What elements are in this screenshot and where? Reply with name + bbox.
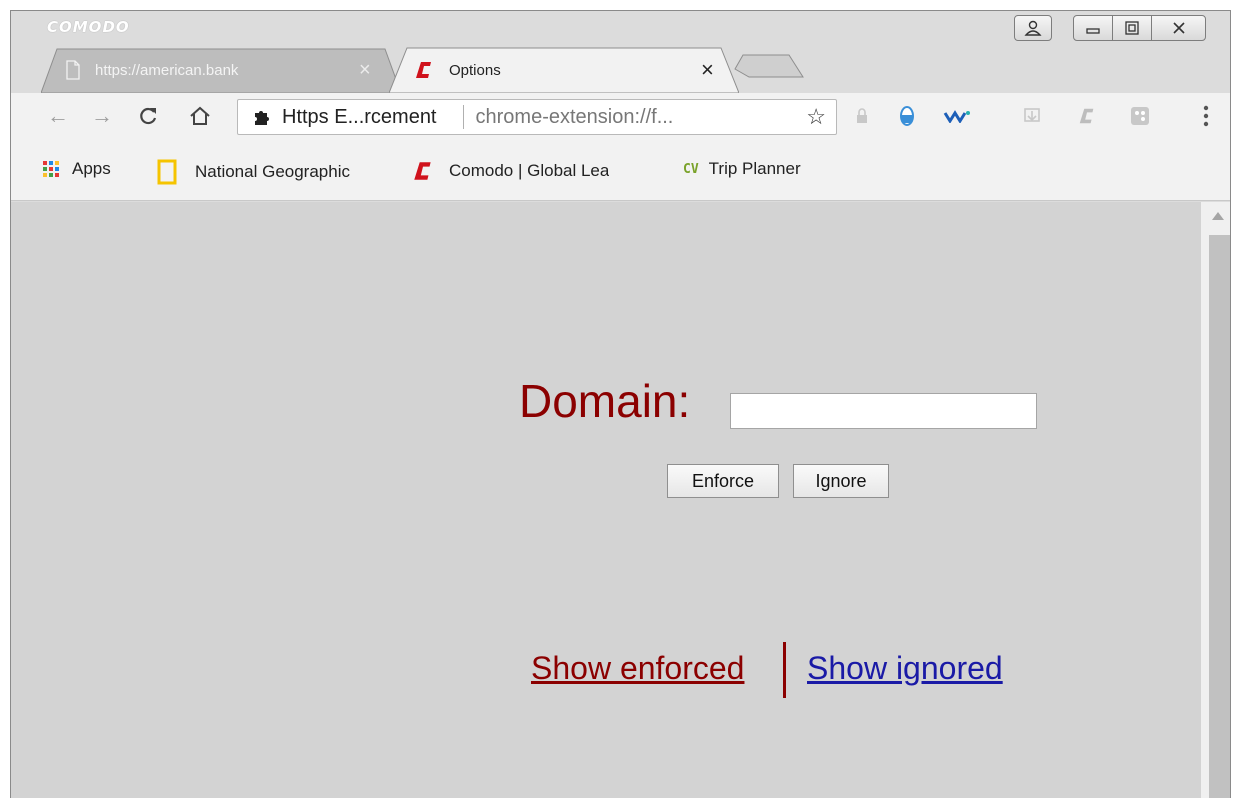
close-icon xyxy=(1172,22,1185,34)
bookmark-national-geographic[interactable]: National Geographic xyxy=(157,159,350,185)
comodo-c-icon xyxy=(414,162,431,180)
star-icon[interactable]: ☆ xyxy=(806,104,826,130)
comodo-c-icon xyxy=(416,62,431,78)
bookmark-label: Comodo | Global Lea xyxy=(449,161,609,180)
browser-window: COMODO https://american.bank × Options ×… xyxy=(10,10,1231,798)
omnibox-separator xyxy=(462,105,464,129)
close-tab-icon[interactable]: × xyxy=(701,57,714,83)
back-arrow-icon[interactable]: ← xyxy=(45,103,71,129)
close-window-button[interactable] xyxy=(1151,15,1206,41)
new-tab-button[interactable] xyxy=(731,47,811,93)
lock-icon[interactable] xyxy=(851,105,873,127)
tab-label: Options xyxy=(449,61,501,79)
close-tab-icon[interactable]: × xyxy=(359,59,371,82)
domain-label: Domain: xyxy=(519,375,691,427)
omnibox-url: chrome-extension://f... xyxy=(475,105,674,128)
home-icon[interactable] xyxy=(187,103,213,129)
apps-grid-icon xyxy=(43,161,59,177)
extension-puzzle-icon xyxy=(255,111,269,125)
person-icon xyxy=(1024,20,1042,36)
ignore-button[interactable]: Ignore xyxy=(793,464,889,498)
tab-label: https://american.bank xyxy=(95,61,239,79)
tab-options[interactable]: Options × xyxy=(389,47,739,93)
show-ignored-link[interactable]: Show ignored xyxy=(807,650,1003,687)
page-icon xyxy=(66,60,80,80)
reload-icon[interactable] xyxy=(135,103,161,129)
page-content: Domain: Enforce Ignore Show enforced Sho… xyxy=(11,202,1201,798)
comodo-c-icon[interactable] xyxy=(1076,105,1098,127)
toolbar: ← → Https E...rcement chrome-extension:/… xyxy=(11,93,1230,139)
profile-button[interactable] xyxy=(1014,15,1052,41)
wave-extension-icon[interactable] xyxy=(941,105,973,127)
tab-american-bank[interactable]: https://american.bank × xyxy=(41,47,401,93)
bookmark-label: National Geographic xyxy=(195,162,350,181)
bookmark-trip-planner[interactable]: CV Trip Planner xyxy=(683,159,801,179)
maximize-icon xyxy=(1125,21,1139,35)
show-enforced-link[interactable]: Show enforced xyxy=(531,650,744,687)
bookmark-apps[interactable]: Apps xyxy=(43,159,111,179)
natgeo-icon xyxy=(157,159,177,185)
download-icon[interactable] xyxy=(1021,105,1043,127)
new-tab-icon xyxy=(734,54,804,78)
menu-kebab-icon[interactable] xyxy=(1195,105,1217,127)
bookmark-comodo[interactable]: Comodo | Global Lea xyxy=(411,159,609,183)
bookmarks-bar: Apps National Geographic Comodo | Global… xyxy=(11,139,1230,201)
bookmark-label: Apps xyxy=(72,159,111,178)
minimize-button[interactable] xyxy=(1073,15,1113,41)
scroll-thumb[interactable] xyxy=(1209,235,1230,798)
scroll-up-arrow-icon[interactable] xyxy=(1212,212,1224,220)
bookmark-label: Trip Planner xyxy=(708,159,801,178)
enforce-button[interactable]: Enforce xyxy=(667,464,779,498)
minimize-icon xyxy=(1086,28,1100,34)
omnibox-title: Https E...rcement xyxy=(282,105,437,128)
domain-input[interactable] xyxy=(730,393,1037,429)
dice-extension-icon[interactable] xyxy=(1129,105,1151,127)
address-bar[interactable]: Https E...rcement chrome-extension://f..… xyxy=(237,99,837,135)
maximize-button[interactable] xyxy=(1112,15,1152,41)
brand-logo: COMODO xyxy=(47,18,130,36)
vertical-scrollbar[interactable] xyxy=(1201,202,1230,798)
link-divider xyxy=(783,642,786,698)
cv-icon: CV xyxy=(683,161,699,177)
shield-extension-icon[interactable] xyxy=(896,105,918,127)
forward-arrow-icon[interactable]: → xyxy=(89,103,115,129)
